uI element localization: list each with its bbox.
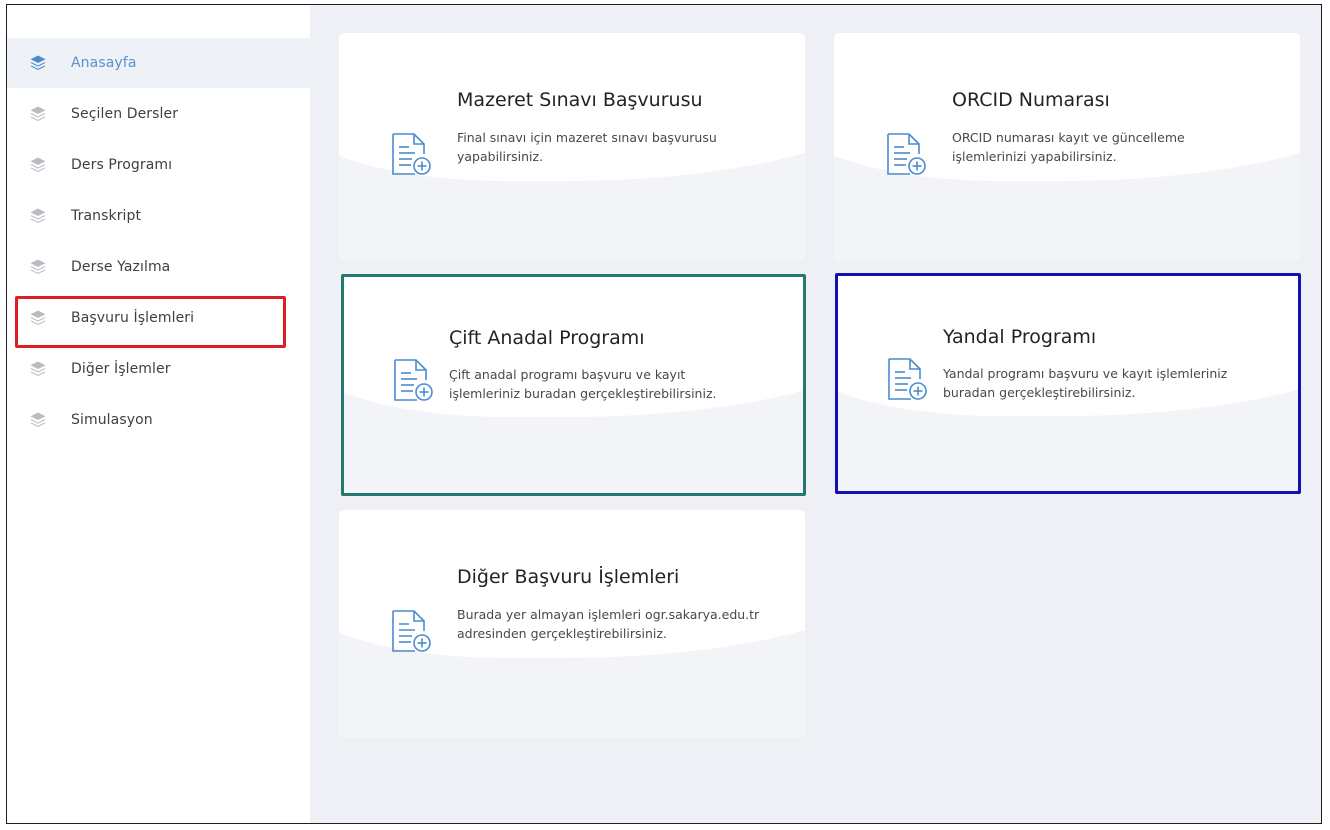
sidebar-item-label: Seçilen Dersler (71, 106, 179, 122)
card-title: Mazeret Sınavı Başvurusu (457, 89, 703, 111)
card-yandal-programi[interactable]: Yandal Programı Yandal programı başvuru … (835, 273, 1301, 494)
sidebar-item-label: Transkript (71, 208, 142, 224)
card-description: Burada yer almayan işlemleri ogr.sakarya… (457, 607, 760, 641)
sidebar-item-label: Derse Yazılma (71, 259, 171, 275)
sidebar-item-secilen-dersler[interactable]: Seçilen Dersler (7, 89, 310, 139)
sidebar-item-anasayfa[interactable]: Anasayfa (7, 38, 310, 88)
sidebar-item-simulasyon[interactable]: Simulasyon (7, 395, 310, 445)
layers-icon (29, 411, 47, 429)
highlight-box-red (15, 296, 286, 348)
document-add-icon (387, 608, 433, 654)
layers-icon (29, 207, 47, 225)
document-add-icon (883, 356, 929, 402)
layers-icon (29, 105, 47, 123)
layers-icon (29, 156, 47, 174)
card-mazeret-sinavi[interactable]: Mazeret Sınavı Başvurusu Final sınavı iç… (339, 33, 805, 261)
card-cift-anadal-programi[interactable]: Çift Anadal Programı Çift anadal program… (341, 274, 806, 496)
layers-icon (29, 258, 47, 276)
app-frame: Anasayfa Seçilen Dersler Ders Programı T… (6, 4, 1322, 824)
sidebar-item-ders-programi[interactable]: Ders Programı (7, 140, 310, 190)
card-title: Yandal Programı (943, 326, 1097, 348)
card-title: Diğer Başvuru İşlemleri (457, 566, 680, 588)
document-add-icon (387, 131, 433, 177)
sidebar-item-label: Diğer İşlemler (71, 361, 171, 377)
card-diger-basvuru-islemleri[interactable]: Diğer Başvuru İşlemleri Burada yer almay… (339, 510, 805, 738)
card-title: ORCID Numarası (952, 89, 1110, 111)
document-add-icon (389, 357, 435, 403)
layers-icon (29, 360, 47, 378)
card-description: Yandal programı başvuru ve kayıt işlemle… (943, 366, 1228, 400)
card-description: Final sınavı için mazeret sınavı başvuru… (457, 130, 717, 164)
card-description: Çift anadal programı başvuru ve kayıt iş… (449, 367, 717, 401)
sidebar-item-transkript[interactable]: Transkript (7, 191, 310, 241)
sidebar-item-label: Ders Programı (71, 157, 173, 173)
card-description: ORCID numarası kayıt ve güncelleme işlem… (952, 130, 1185, 164)
sidebar-item-label: Simulasyon (71, 412, 153, 428)
layers-icon (29, 54, 47, 72)
sidebar: Anasayfa Seçilen Dersler Ders Programı T… (7, 5, 310, 823)
sidebar-item-label: Anasayfa (71, 55, 137, 71)
sidebar-item-derse-yazilma[interactable]: Derse Yazılma (7, 242, 310, 292)
card-title: Çift Anadal Programı (449, 327, 645, 349)
card-orcid-numarasi[interactable]: ORCID Numarası ORCID numarası kayıt ve g… (834, 33, 1300, 261)
document-add-icon (882, 131, 928, 177)
sidebar-item-diger-islemler[interactable]: Diğer İşlemler (7, 344, 310, 394)
